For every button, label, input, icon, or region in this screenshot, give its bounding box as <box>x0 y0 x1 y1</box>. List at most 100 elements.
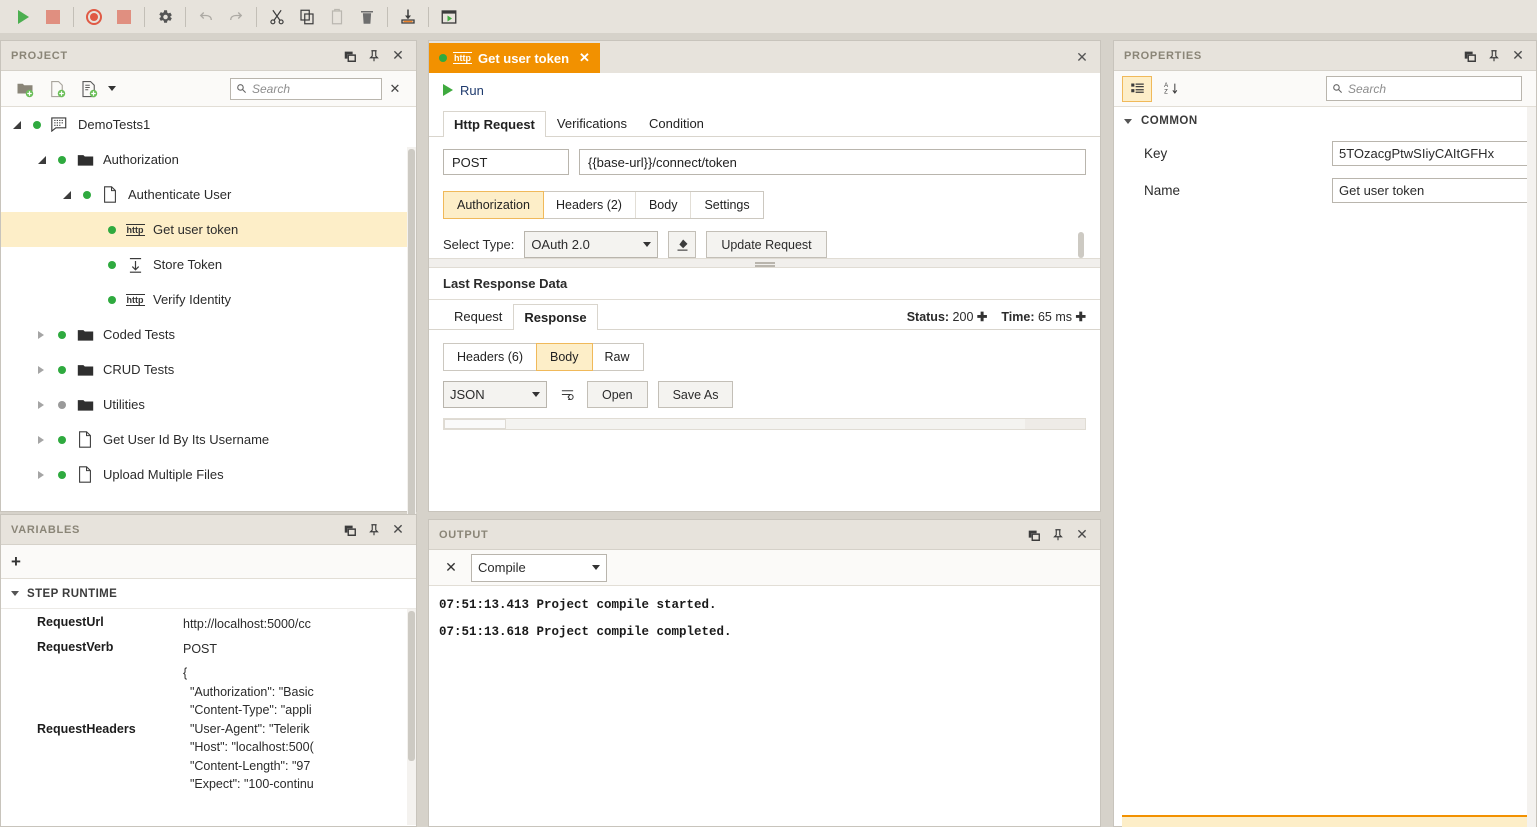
pin-icon[interactable] <box>362 519 386 541</box>
new-folder-icon[interactable] <box>9 76 41 102</box>
response-tab-response[interactable]: Response <box>513 304 598 330</box>
properties-scrollbar[interactable] <box>1527 107 1536 827</box>
http-verb-input[interactable]: POST <box>443 149 569 175</box>
tree-item[interactable]: Authorization <box>1 142 416 177</box>
expander-open-icon[interactable] <box>13 120 21 129</box>
stop-recording-icon[interactable] <box>109 3 139 30</box>
expander-open-icon[interactable] <box>63 190 71 199</box>
request-section-headers-2[interactable]: Headers (2) <box>543 192 636 218</box>
response-body-hscrollbar[interactable] <box>443 418 1086 430</box>
run-button-label[interactable]: Run <box>460 83 484 98</box>
undo-icon[interactable] <box>191 3 221 30</box>
document-tab-get-user-token[interactable]: http Get user token ✕ <box>429 43 600 73</box>
tree-expander[interactable] <box>38 330 58 339</box>
request-section-settings[interactable]: Settings <box>691 192 762 218</box>
new-test-dropdown-icon[interactable] <box>105 76 119 102</box>
variable-row[interactable]: RequestVerb POST <box>1 634 416 659</box>
tree-expander[interactable] <box>38 400 58 409</box>
settings-gear-icon[interactable] <box>150 3 180 30</box>
tree-expander[interactable] <box>38 365 58 374</box>
property-row[interactable]: Name Get user token <box>1114 172 1536 209</box>
tree-item[interactable]: Upload Multiple Files <box>1 457 416 492</box>
request-url-input[interactable]: {{base-url}}/connect/token <box>579 149 1086 175</box>
open-button[interactable]: Open <box>587 381 648 408</box>
properties-group-header[interactable]: COMMON <box>1114 107 1536 135</box>
variables-scrollbar[interactable] <box>407 609 416 825</box>
update-request-button[interactable]: Update Request <box>706 231 827 258</box>
close-icon[interactable]: ✕ <box>386 519 410 541</box>
sort-alpha-icon[interactable]: AZ <box>1156 76 1186 102</box>
record-icon[interactable] <box>79 3 109 30</box>
pin-icon[interactable] <box>362 45 386 67</box>
redo-icon[interactable] <box>221 3 251 30</box>
pin-icon[interactable] <box>1482 45 1506 67</box>
editor-tab-verifications[interactable]: Verifications <box>546 110 638 136</box>
stop-icon[interactable] <box>38 3 68 30</box>
status-add-icon[interactable]: ✚ <box>977 310 987 324</box>
tree-expander[interactable] <box>13 120 33 129</box>
project-tree-scrollbar[interactable] <box>407 147 416 551</box>
restore-icon[interactable] <box>338 519 362 541</box>
cut-icon[interactable] <box>262 3 292 30</box>
request-pane-scrollbar[interactable] <box>1078 231 1084 258</box>
response-view-raw[interactable]: Raw <box>592 344 643 370</box>
tree-item[interactable]: Utilities <box>1 387 416 422</box>
add-variable-button[interactable]: + <box>11 552 21 572</box>
response-format-dropdown[interactable]: JSON <box>443 381 547 408</box>
output-filter-dropdown[interactable]: Compile <box>471 553 607 582</box>
word-wrap-icon[interactable] <box>557 387 577 402</box>
property-value-input[interactable]: Get user token <box>1332 178 1528 203</box>
tree-expander[interactable] <box>38 155 58 164</box>
expander-open-icon[interactable] <box>38 155 46 164</box>
new-file-icon[interactable] <box>41 76 73 102</box>
tree-expander[interactable] <box>38 470 58 479</box>
clear-output-button[interactable]: ✕ <box>441 559 461 576</box>
expander-closed-icon[interactable] <box>38 435 44 444</box>
download-icon[interactable] <box>393 3 423 30</box>
expander-closed-icon[interactable] <box>38 330 44 339</box>
tree-item[interactable]: http Get user token <box>1 212 416 247</box>
property-row[interactable]: Key 5TOzacgPtwSIiyCAItGFHx <box>1114 135 1536 172</box>
select-type-dropdown[interactable]: OAuth 2.0 <box>524 231 659 258</box>
tree-item[interactable]: CRUD Tests <box>1 352 416 387</box>
time-add-icon[interactable]: ✚ <box>1076 310 1086 324</box>
expander-closed-icon[interactable] <box>38 470 44 479</box>
pin-icon[interactable] <box>1046 524 1070 546</box>
pane-splitter[interactable] <box>429 258 1100 268</box>
editor-tab-http-request[interactable]: Http Request <box>443 111 546 137</box>
close-all-tabs-icon[interactable]: ✕ <box>1064 41 1100 73</box>
expander-closed-icon[interactable] <box>38 365 44 374</box>
variable-row[interactable]: RequestUrl http://localhost:5000/cc <box>1 609 416 634</box>
response-tab-request[interactable]: Request <box>443 303 513 329</box>
close-icon[interactable]: ✕ <box>1506 45 1530 67</box>
tree-item[interactable]: Authenticate User <box>1 177 416 212</box>
eraser-icon[interactable] <box>668 231 697 258</box>
search-input[interactable]: Search <box>230 77 382 100</box>
close-icon[interactable]: ✕ <box>1070 524 1094 546</box>
copy-icon[interactable] <box>292 3 322 30</box>
tree-expander[interactable] <box>63 190 83 199</box>
search-clear-button[interactable]: ✕ <box>382 81 408 97</box>
request-section-body[interactable]: Body <box>636 192 692 218</box>
editor-tab-condition[interactable]: Condition <box>638 110 715 136</box>
request-section-authorization[interactable]: Authorization <box>443 191 544 219</box>
run-icon[interactable] <box>8 3 38 30</box>
property-value-input[interactable]: 5TOzacgPtwSIiyCAItGFHx <box>1332 141 1528 166</box>
restore-icon[interactable] <box>1458 45 1482 67</box>
tree-item[interactable]: Store Token <box>1 247 416 282</box>
tree-item[interactable]: Get User Id By Its Username <box>1 422 416 457</box>
response-view-body[interactable]: Body <box>536 343 593 371</box>
close-icon[interactable]: ✕ <box>386 45 410 67</box>
restore-icon[interactable] <box>338 45 362 67</box>
save-as-button[interactable]: Save As <box>657 381 734 408</box>
properties-search-input[interactable]: Search <box>1326 76 1522 101</box>
restore-icon[interactable] <box>1022 524 1046 546</box>
expander-closed-icon[interactable] <box>38 400 44 409</box>
response-view-headers-6[interactable]: Headers (6) <box>444 344 537 370</box>
execute-window-icon[interactable] <box>434 3 464 30</box>
document-tab-close-icon[interactable]: ✕ <box>579 50 590 66</box>
paste-icon[interactable] <box>322 3 352 30</box>
tree-item[interactable]: Coded Tests <box>1 317 416 352</box>
tree-item[interactable]: http Verify Identity <box>1 282 416 317</box>
categorized-view-icon[interactable] <box>1122 75 1152 102</box>
